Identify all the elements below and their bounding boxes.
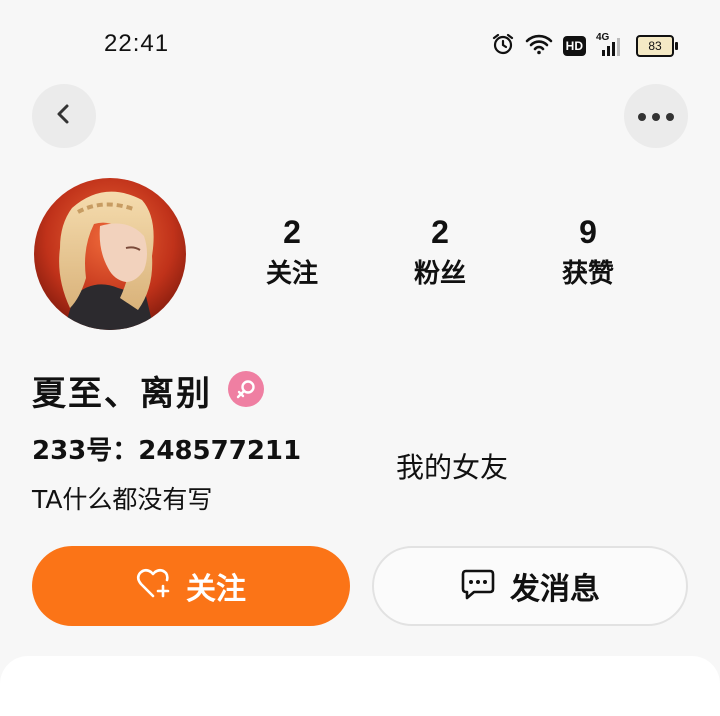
cellular-signal-icon: 4G: [596, 32, 626, 58]
battery-icon: 83: [636, 35, 678, 57]
heart-plus-icon: [136, 568, 172, 604]
stat-label: 获赞: [561, 259, 614, 289]
follow-button[interactable]: 关注: [32, 546, 350, 626]
send-message-label: 发消息: [510, 572, 600, 607]
content-panel: [0, 656, 720, 716]
chat-bubble-icon: [460, 567, 496, 605]
wifi-icon: [525, 33, 553, 59]
bio-text: TA什么都没有写: [32, 485, 213, 514]
stat-value: 2: [283, 214, 301, 250]
status-bar: 22:41 HD 4G 83: [0, 0, 720, 90]
status-icons: HD 4G 83: [491, 31, 678, 61]
stat-following[interactable]: 2 关注: [232, 214, 352, 290]
stat-followers[interactable]: 2 粉丝: [380, 214, 500, 290]
signature-text: 我的女友: [396, 451, 509, 484]
female-icon: [228, 371, 264, 407]
stat-value: 2: [431, 214, 449, 250]
more-button[interactable]: [624, 84, 688, 148]
follow-button-label: 关注: [186, 572, 246, 607]
alarm-icon: [491, 32, 515, 60]
nickname: 夏至、离别: [32, 374, 212, 414]
more-dots-icon: [637, 107, 675, 126]
chevron-left-icon: [52, 102, 76, 130]
stat-label: 关注: [265, 259, 318, 289]
status-time: 22:41: [104, 30, 170, 57]
stats-row: 2 关注 2 粉丝 9 获赞: [232, 214, 652, 304]
user-id: 233号：248577211: [32, 436, 302, 466]
avatar[interactable]: [34, 178, 186, 330]
back-button[interactable]: [32, 84, 96, 148]
stat-value: 9: [579, 214, 597, 250]
hd-icon: HD: [562, 36, 586, 56]
send-message-button[interactable]: 发消息: [372, 546, 688, 626]
stat-likes[interactable]: 9 获赞: [528, 214, 648, 290]
stat-label: 粉丝: [413, 259, 466, 289]
